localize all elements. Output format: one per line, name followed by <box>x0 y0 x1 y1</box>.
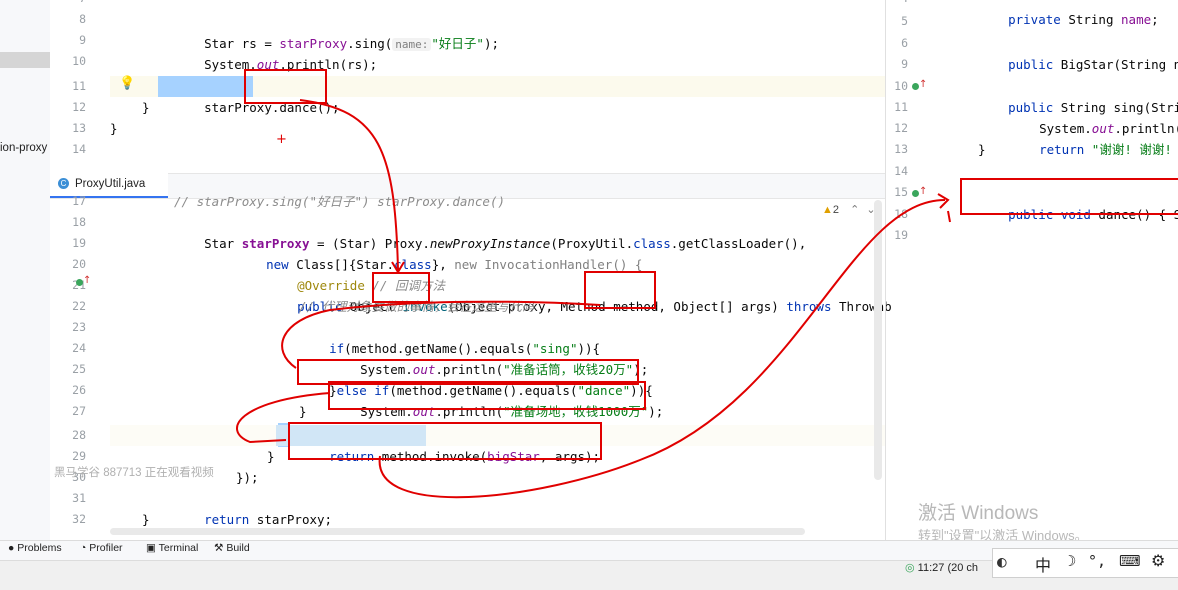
annotation-arrows: + <box>236 99 951 499</box>
arrow-else-to-return <box>236 392 331 444</box>
arrow-return-to-bigstar <box>378 199 946 499</box>
arrow-bigstar-tail <box>947 210 951 223</box>
arrow-method-to-else <box>281 300 601 369</box>
cursor-plus: + <box>276 132 287 147</box>
arrow-dance-to-invoke <box>299 99 399 271</box>
